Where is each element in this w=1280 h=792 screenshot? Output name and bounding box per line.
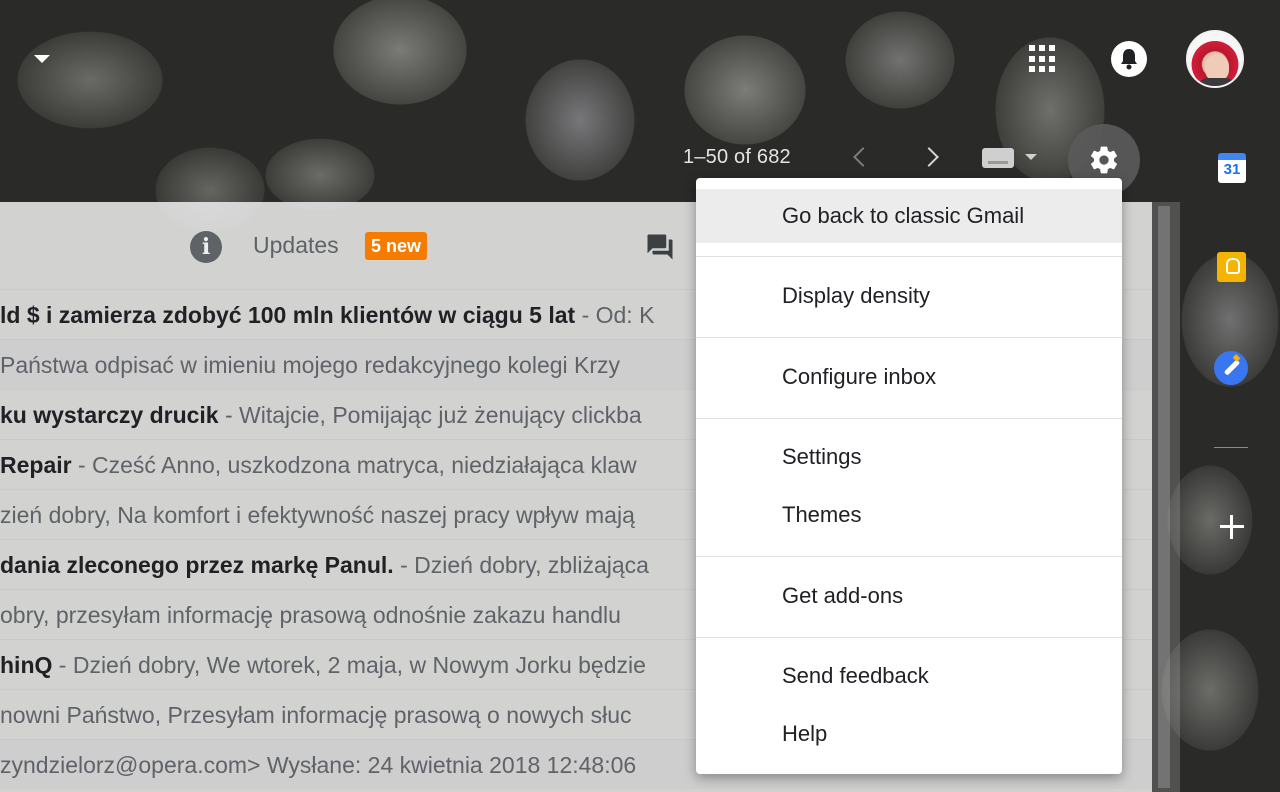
- menu-divider: [696, 337, 1122, 338]
- menu-item-get-add-ons[interactable]: Get add-ons: [696, 569, 1122, 623]
- email-subject: ld $ i zamierza zdobyć 100 mln klientów …: [0, 302, 576, 328]
- info-icon[interactable]: i: [190, 231, 222, 263]
- email-snippet: Państwa odpisać w imieniu mojego redakcy…: [0, 352, 621, 378]
- chevron-down-icon[interactable]: [1025, 154, 1037, 160]
- avatar[interactable]: [1186, 30, 1244, 88]
- pagination-count: 1–50 of 682: [683, 146, 791, 168]
- plus-icon[interactable]: [1218, 513, 1246, 541]
- menu-divider: [696, 256, 1122, 257]
- forums-icon[interactable]: [644, 232, 676, 262]
- settings-menu: Go back to classic Gmail Display density…: [696, 178, 1122, 774]
- keyboard-icon[interactable]: [982, 148, 1014, 168]
- email-subject: ku wystarczy drucik: [0, 402, 219, 428]
- menu-item-classic-gmail[interactable]: Go back to classic Gmail: [696, 189, 1122, 243]
- menu-divider: [696, 418, 1122, 419]
- top-bar: [0, 0, 1280, 115]
- email-snippet: - Dzień dobry, zbliżająca: [393, 552, 649, 578]
- email-snippet: obry, przesyłam informację prasową odnoś…: [0, 602, 621, 628]
- menu-item-themes[interactable]: Themes: [696, 488, 1122, 542]
- email-snippet: zyndzielorz@opera.com> Wysłane: 24 kwiet…: [0, 752, 637, 778]
- email-snippet: - Witajcie, Pomijając już żenujący click…: [218, 402, 642, 428]
- calendar-icon[interactable]: 31: [1218, 153, 1246, 183]
- menu-item-send-feedback[interactable]: Send feedback: [696, 649, 1122, 703]
- menu-item-configure-inbox[interactable]: Configure inbox: [696, 350, 1122, 404]
- menu-divider: [696, 556, 1122, 557]
- updates-badge: 5 new: [365, 232, 428, 260]
- gear-icon: [1091, 146, 1117, 174]
- menu-divider: [696, 637, 1122, 638]
- menu-item-settings[interactable]: Settings: [696, 430, 1122, 484]
- side-panel-divider: [1214, 447, 1248, 448]
- email-subject: hinQ: [0, 652, 53, 678]
- menu-item-display-density[interactable]: Display density: [696, 269, 1122, 323]
- chevron-down-icon[interactable]: [34, 55, 50, 63]
- apps-icon[interactable]: [1029, 45, 1057, 73]
- email-snippet: zień dobry, Na komfort i efektywność nas…: [0, 502, 635, 528]
- menu-item-help[interactable]: Help: [696, 707, 1122, 761]
- calendar-day: 31: [1223, 161, 1241, 178]
- email-subject: Repair: [0, 452, 72, 478]
- bell-icon[interactable]: [1111, 41, 1147, 77]
- keep-icon[interactable]: [1217, 252, 1246, 282]
- email-snippet: - Cześć Anno, uszkodzona matryca, niedzi…: [71, 452, 637, 478]
- email-subject: dania zleconego przez markę Panul.: [0, 552, 394, 578]
- side-panel: 31: [1180, 115, 1280, 792]
- email-snippet: - Od: K: [575, 302, 655, 328]
- tasks-icon[interactable]: [1214, 351, 1248, 385]
- tab-updates[interactable]: Updates: [253, 232, 339, 259]
- list-scrollbar[interactable]: [1152, 202, 1180, 792]
- email-snippet: - Dzień dobry, We wtorek, 2 maja, w Nowy…: [52, 652, 646, 678]
- email-snippet: nowni Państwo, Przesyłam informację pras…: [0, 702, 632, 728]
